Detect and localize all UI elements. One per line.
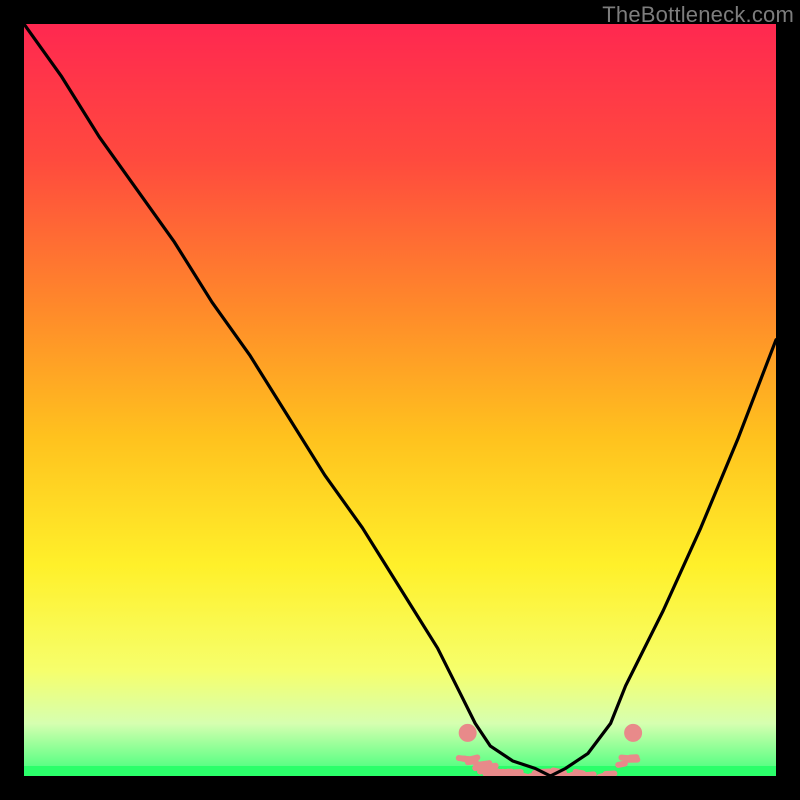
chart-plot xyxy=(24,24,776,776)
chart-frame xyxy=(24,24,776,776)
chart-svg xyxy=(24,24,776,776)
